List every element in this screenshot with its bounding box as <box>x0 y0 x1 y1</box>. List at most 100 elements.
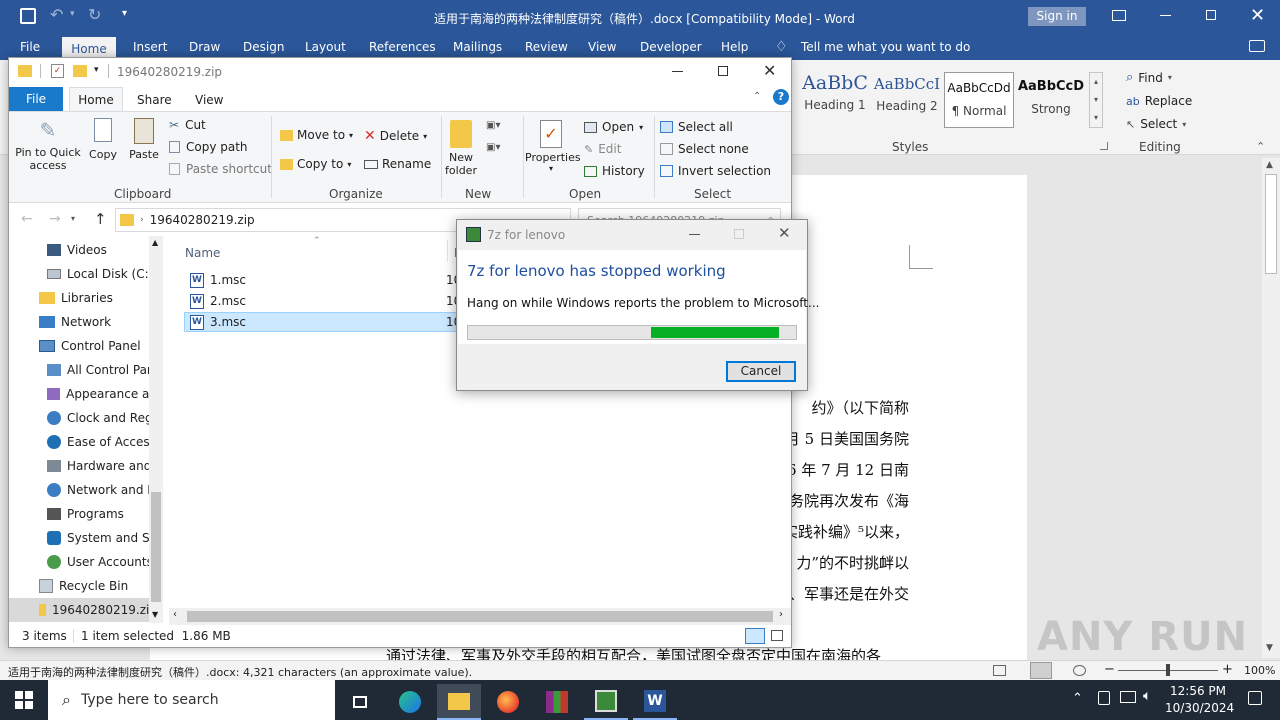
word-tab-draw[interactable]: Draw <box>189 40 220 54</box>
nav-item[interactable]: Control Panel <box>9 334 157 358</box>
properties-button[interactable]: ✓ Properties ▾ <box>525 120 581 173</box>
cut-button[interactable]: ✂ Cut <box>169 118 206 132</box>
7z-app-button[interactable] <box>584 684 628 720</box>
show-hidden-icons-icon[interactable]: ⌃ <box>1072 691 1083 706</box>
open-button[interactable]: Open ▾ <box>584 120 643 134</box>
close-icon[interactable]: ✕ <box>1250 5 1265 26</box>
notification-icon[interactable] <box>1248 691 1262 705</box>
undo-dropdown-icon[interactable]: ▾ <box>70 9 75 19</box>
firefox-button[interactable] <box>486 684 530 720</box>
word-tab-view[interactable]: View <box>588 40 616 54</box>
task-view-button[interactable] <box>338 684 382 720</box>
file-row[interactable]: W 2.msc 10 <box>184 291 464 311</box>
word-tab-mailings[interactable]: Mailings <box>453 40 502 54</box>
word-tab-layout[interactable]: Layout <box>305 40 346 54</box>
edge-button[interactable] <box>388 684 432 720</box>
replace-button[interactable]: ab Replace <box>1126 94 1192 108</box>
scroll-down-icon[interactable]: ▼ <box>1266 643 1273 653</box>
zoom-level[interactable]: 100% <box>1244 664 1275 677</box>
paste-shortcut-button[interactable]: Paste shortcut <box>169 162 272 176</box>
minimize-icon[interactable] <box>672 71 683 72</box>
edit-button[interactable]: ✎ Edit <box>584 142 621 156</box>
word-tab-file[interactable]: File <box>20 40 40 54</box>
delete-button[interactable]: ✕ Delete ▾ <box>364 128 427 144</box>
explorer-tab-view[interactable]: View <box>195 93 223 107</box>
nav-item-selected[interactable]: 19640280219.zip <box>9 598 157 622</box>
sign-in-button[interactable]: Sign in <box>1028 7 1086 26</box>
invert-selection-button[interactable]: Invert selection <box>660 164 771 178</box>
file-explorer-taskbar-button[interactable] <box>437 684 481 720</box>
styles-scroll[interactable]: ▴ ▾ ▾ <box>1089 72 1103 128</box>
word-tab-developer[interactable]: Developer <box>640 40 702 54</box>
word-tab-design[interactable]: Design <box>243 40 284 54</box>
save-icon[interactable] <box>20 8 36 24</box>
scroll-up-icon[interactable]: ▲ <box>1266 160 1273 170</box>
clock-date[interactable]: 10/30/2024 <box>1165 701 1234 715</box>
undo-icon[interactable]: ↶ <box>50 5 63 24</box>
nav-item[interactable]: Network and Ir <box>9 478 157 502</box>
history-button[interactable]: History <box>584 164 645 178</box>
details-view-icon[interactable] <box>745 628 765 644</box>
nav-item[interactable]: Videos <box>9 238 157 262</box>
minimize-icon[interactable] <box>1160 15 1171 16</box>
clock-time[interactable]: 12:56 PM <box>1170 684 1226 698</box>
word-taskbar-button[interactable]: W <box>633 684 677 720</box>
scroll-right-icon[interactable]: › <box>779 609 783 620</box>
scroll-thumb[interactable] <box>187 611 773 622</box>
scroll-up-icon[interactable]: ▲ <box>152 238 158 247</box>
paste-button[interactable]: Paste <box>127 118 161 161</box>
maximize-icon[interactable] <box>718 66 728 76</box>
word-tab-review[interactable]: Review <box>525 40 568 54</box>
move-to-button[interactable]: Move to ▾ <box>280 128 353 142</box>
style-strong[interactable]: AaBbCcD Strong <box>1016 72 1086 128</box>
styles-dialog-launcher-icon[interactable] <box>1100 142 1108 150</box>
close-icon[interactable]: ✕ <box>778 224 791 242</box>
start-button[interactable] <box>0 680 48 720</box>
read-mode-icon[interactable] <box>993 665 1006 676</box>
nav-item[interactable]: Appearance an <box>9 382 157 406</box>
nav-item[interactable]: User Accounts <box>9 550 157 574</box>
explorer-tab-home[interactable]: Home <box>69 87 123 112</box>
zoom-slider-thumb[interactable] <box>1166 664 1170 676</box>
copy-button[interactable]: Copy <box>87 118 119 161</box>
scroll-down-icon[interactable]: ▼ <box>152 610 158 619</box>
ribbon-collapse-icon[interactable]: ⌃ <box>753 91 761 102</box>
web-layout-icon[interactable] <box>1073 665 1086 676</box>
collapse-ribbon-icon[interactable]: ⌃ <box>1256 140 1265 153</box>
winrar-button[interactable] <box>535 684 579 720</box>
large-icons-view-icon[interactable] <box>771 630 783 641</box>
nav-item[interactable]: Hardware and <box>9 454 157 478</box>
explorer-tab-share[interactable]: Share <box>137 93 172 107</box>
recent-locations-icon[interactable]: ▾ <box>71 214 75 223</box>
forward-arrow-icon[interactable]: → <box>49 211 61 227</box>
cancel-button[interactable]: Cancel <box>726 361 796 382</box>
minimize-icon[interactable] <box>689 234 700 235</box>
style-heading-2[interactable]: AaBbCcI Heading 2 <box>872 72 942 128</box>
nav-item[interactable]: System and Se <box>9 526 157 550</box>
back-arrow-icon[interactable]: ← <box>21 211 33 227</box>
explorer-tab-file[interactable]: File <box>9 87 63 111</box>
new-folder-button[interactable]: New folder <box>443 120 479 177</box>
nav-item[interactable]: Network <box>9 310 157 334</box>
nav-item[interactable]: Local Disk (C:) <box>9 262 157 286</box>
close-icon[interactable]: ✕ <box>763 61 776 80</box>
wifi-icon[interactable] <box>1120 691 1136 703</box>
print-layout-icon[interactable] <box>1030 662 1052 679</box>
zoom-in-button[interactable]: + <box>1222 662 1233 677</box>
select-none-button[interactable]: Select none <box>660 142 749 156</box>
comments-icon[interactable] <box>1249 40 1265 52</box>
word-tab-references[interactable]: References <box>369 40 436 54</box>
scroll-left-icon[interactable]: ‹ <box>173 609 177 620</box>
up-arrow-icon[interactable]: ↑ <box>94 210 107 228</box>
qat-dropdown-icon[interactable]: ▾ <box>94 65 99 75</box>
word-tab-insert[interactable]: Insert <box>133 40 167 54</box>
file-row[interactable]: W 1.msc 10 <box>184 270 464 290</box>
redo-icon[interactable]: ↻ <box>88 5 101 24</box>
scroll-thumb[interactable] <box>1265 174 1277 274</box>
select-button[interactable]: ↖ Select ▾ <box>1126 117 1186 131</box>
taskbar-search-box[interactable]: ⌕ Type here to search <box>48 680 335 720</box>
pin-to-quick-access-button[interactable]: ✎ Pin to Quick access <box>13 118 83 172</box>
zoom-out-button[interactable]: − <box>1104 662 1115 677</box>
style-normal[interactable]: AaBbCcDd ¶ Normal <box>944 72 1014 128</box>
new-folder-qat-icon[interactable] <box>73 65 87 77</box>
